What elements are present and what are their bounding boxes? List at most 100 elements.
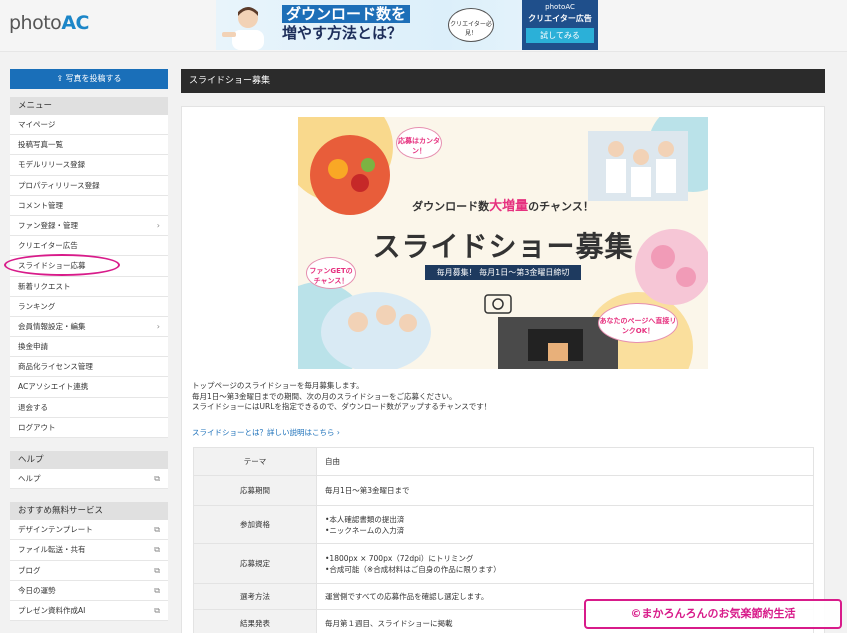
banner-line1: ダウンロード数を xyxy=(282,5,411,23)
watermark: ©まかろんろんのお気楽節約生活 xyxy=(584,599,842,629)
menu-item-label: 投稿写真一覧 xyxy=(18,140,63,150)
hero-sub-pink: 大増量 xyxy=(489,199,529,214)
service-item-label: 今日の運勢 xyxy=(18,585,56,595)
menu-item[interactable]: ランキング xyxy=(10,296,168,317)
table-key: 応募期間 xyxy=(193,475,317,506)
service-item[interactable]: デザインテンプレート ⧉ xyxy=(10,520,168,541)
table-value: 毎月1日～第3金曜日まで xyxy=(316,475,814,506)
service-item[interactable]: ブログ ⧉ xyxy=(10,560,168,581)
external-link-icon: ⧉ xyxy=(154,585,160,595)
table-value-line: 自由 xyxy=(325,457,340,466)
table-value: •1800px × 700px（72dpi）にトリミング •合成可能（※合成材料は… xyxy=(316,543,814,584)
services-section: おすすめ無料サービス デザインテンプレート ⧉ ファイル転送・共有 ⧉ ブログ ⧉ 今日の運… xyxy=(10,502,168,622)
banner-product: クリエイター広告 xyxy=(528,14,592,23)
table-row: 参加資格 •本人確認書類の提出済 •ニックネームの入力済 xyxy=(193,505,814,544)
hero-subtitle: ダウンロード数大増量のチャンス！ xyxy=(298,195,708,214)
table-value: 自由 xyxy=(316,447,814,476)
help-list: ヘルプ ⧉ xyxy=(10,469,168,490)
menu-item-label: ACアソシエイト連携 xyxy=(18,382,89,392)
upload-photo-button[interactable]: ⇪ 写真を投稿する xyxy=(10,69,168,89)
menu-item-label: プロパティリリース登録 xyxy=(18,180,100,190)
banner-badge: クリエイター必見！ xyxy=(448,8,494,42)
help-item[interactable]: ヘルプ ⧉ xyxy=(10,469,168,490)
service-item-label: プレゼン資料作成AI xyxy=(18,605,86,615)
table-value-line: •本人確認書類の提出済 xyxy=(325,514,405,524)
menu-item-label: 新着リクエスト xyxy=(18,281,71,291)
menu-list: マイページ投稿写真一覧モデルリリース登録プロパティリリース登録 コメント管理ファン… xyxy=(4,115,168,438)
menu-item-label: ログアウト xyxy=(18,422,56,432)
chevron-right-icon: › xyxy=(156,321,160,331)
services-list: デザインテンプレート ⧉ ファイル転送・共有 ⧉ ブログ ⧉ 今日の運勢 ⧉ プレゼン資料作成A… xyxy=(10,520,168,622)
banner-cta-button[interactable]: 試してみる xyxy=(526,28,594,43)
menu-item[interactable]: 新着リクエスト xyxy=(10,276,168,297)
details-link[interactable]: スライドショーとは？詳しい説明はこちら › xyxy=(192,427,340,438)
table-value-line: •合成可能（※合成材料はご自身の作品に限ります） xyxy=(325,564,501,574)
external-link-icon: ⧉ xyxy=(154,474,160,483)
service-item[interactable]: ファイル転送・共有 ⧉ xyxy=(10,540,168,561)
banner-line2: 増やす方法とは？ xyxy=(282,24,403,42)
hero-sub-prefix: ダウンロード数 xyxy=(412,200,490,213)
menu-item-label: コメント管理 xyxy=(18,200,63,210)
external-link-icon: ⧉ xyxy=(154,565,160,575)
table-key: 選考方法 xyxy=(193,583,317,610)
site-header: photoAC ダウンロード数を 増やす方法とは？ クリエイター必見！ phot… xyxy=(0,0,847,52)
menu-item-label: ランキング xyxy=(18,301,56,311)
external-link-icon: ⧉ xyxy=(154,605,160,615)
menu-item[interactable]: ACアソシエイト連携 xyxy=(10,377,168,398)
services-heading: おすすめ無料サービス xyxy=(10,502,168,521)
menu-item[interactable]: マイページ xyxy=(10,115,168,136)
menu-item[interactable]: ログアウト xyxy=(10,417,168,438)
service-item-label: デザインテンプレート xyxy=(18,525,93,535)
menu-item[interactable]: 投稿写真一覧 xyxy=(10,135,168,156)
menu-item-label: マイページ xyxy=(18,120,56,129)
menu-item-label: 会員情報設定・編集 xyxy=(18,321,86,331)
help-section: ヘルプ ヘルプ ⧉ xyxy=(10,451,168,490)
table-value: •本人確認書類の提出済 •ニックネームの入力済 xyxy=(316,505,814,544)
table-value-line: •ニックネームの入力済 xyxy=(325,525,405,535)
help-heading: ヘルプ xyxy=(10,451,168,469)
table-key: 結果発表 xyxy=(193,609,317,633)
menu-item-label: 換金申請 xyxy=(18,342,48,352)
menu-item[interactable]: 商品化ライセンス管理 xyxy=(10,357,168,378)
menu-item[interactable]: モデルリリース登録 xyxy=(10,155,168,176)
table-value-line: •1800px × 700px（72dpi）にトリミング xyxy=(325,553,474,563)
table-value-line: 毎月1日～第3金曜日まで xyxy=(325,486,410,495)
upload-button-label: 写真を投稿する xyxy=(65,74,122,83)
menu-item[interactable]: 退会する xyxy=(10,397,168,418)
menu-item[interactable]: ファン登録・管理 › xyxy=(10,215,168,237)
hero-monthly-label: 毎月募集！ 毎月1日～第3金曜日締切 xyxy=(425,265,581,280)
ad-banner[interactable]: ダウンロード数を 増やす方法とは？ クリエイター必見！ photoAC クリエイ… xyxy=(216,0,598,50)
menu-item[interactable]: 会員情報設定・編集 › xyxy=(10,316,168,338)
service-item-label: ファイル転送・共有 xyxy=(18,545,86,555)
hero-title: スライドショー募集 xyxy=(372,230,634,263)
description-line: スライドショーにはURLを指定できるので、ダウンロード数がアップするチャンスです… xyxy=(192,402,492,411)
help-item-label: ヘルプ xyxy=(18,474,41,483)
menu-item-label: 商品化ライセンス管理 xyxy=(18,362,93,372)
menu-item[interactable]: スライドショー応募 xyxy=(4,254,168,277)
table-key: 応募規定 xyxy=(193,543,317,584)
table-key: テーマ xyxy=(193,447,317,476)
menu-item[interactable]: プロパティリリース登録 xyxy=(10,175,168,196)
highlight-ring xyxy=(4,254,120,277)
page-title: スライドショー募集 xyxy=(181,69,825,93)
chevron-right-icon: › xyxy=(156,220,160,230)
banner-brand: photoAC xyxy=(545,3,575,11)
description-line: 毎月1日～第3金曜日までの期間、次の月のスライドショーをご応募ください。 xyxy=(192,391,457,401)
description-line: トップページのスライドショーを毎月募集します。 xyxy=(192,381,364,390)
menu-item[interactable]: コメント管理 xyxy=(10,195,168,216)
service-item[interactable]: 今日の運勢 ⧉ xyxy=(10,580,168,601)
banner-cta-panel[interactable]: photoAC クリエイター広告 試してみる xyxy=(522,0,598,50)
main-panel: ダウンロード数大増量のチャンス！ スライドショー募集 毎月募集！ 毎月1日～第3… xyxy=(181,106,825,633)
description: トップページのスライドショーを毎月募集します。 毎月1日～第3金曜日までの期間、… xyxy=(192,381,812,413)
menu-item[interactable]: 換金申請 xyxy=(10,337,168,358)
menu-heading: メニュー xyxy=(10,97,168,115)
menu-item[interactable]: クリエイター広告 xyxy=(10,236,168,257)
menu-item-label: ファン登録・管理 xyxy=(18,220,78,230)
external-link-icon: ⧉ xyxy=(154,525,160,535)
table-row: 応募規定 •1800px × 700px（72dpi）にトリミング •合成可能（※合… xyxy=(193,543,814,584)
service-item[interactable]: プレゼン資料作成AI ⧉ xyxy=(10,600,168,622)
menu-item-label: クリエイター広告 xyxy=(18,241,78,251)
logo-text: photo xyxy=(9,12,62,34)
photoac-logo[interactable]: photoAC xyxy=(9,12,89,34)
banner-person-image xyxy=(222,7,264,50)
